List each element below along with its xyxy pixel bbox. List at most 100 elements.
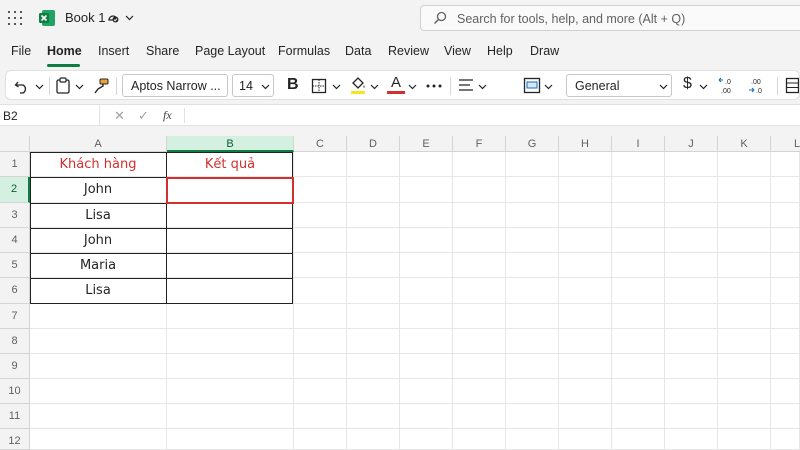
cell-j8[interactable] bbox=[665, 329, 718, 354]
menu-insert[interactable]: Insert bbox=[98, 44, 129, 58]
cell-e5[interactable] bbox=[400, 253, 453, 278]
menu-file[interactable]: File bbox=[11, 44, 31, 58]
cell-d11[interactable] bbox=[347, 404, 400, 429]
cell-i2[interactable] bbox=[612, 177, 665, 203]
cell-k5[interactable] bbox=[718, 253, 771, 278]
cell-a11[interactable] bbox=[30, 404, 167, 429]
menu-draw[interactable]: Draw bbox=[530, 44, 559, 58]
cell-f9[interactable] bbox=[453, 354, 506, 379]
font-name-select[interactable]: Aptos Narrow ... bbox=[122, 74, 228, 97]
cell-c4[interactable] bbox=[294, 228, 347, 253]
cell-a3[interactable]: Lisa bbox=[30, 203, 167, 228]
cell-j12[interactable] bbox=[665, 429, 718, 450]
cell-h10[interactable] bbox=[559, 379, 612, 404]
cell-d3[interactable] bbox=[347, 203, 400, 228]
cell-l4[interactable] bbox=[771, 228, 800, 253]
cell-h6[interactable] bbox=[559, 278, 612, 304]
cell-c7[interactable] bbox=[294, 304, 347, 329]
cell-e3[interactable] bbox=[400, 203, 453, 228]
cell-l10[interactable] bbox=[771, 379, 800, 404]
cell-j7[interactable] bbox=[665, 304, 718, 329]
search-box[interactable] bbox=[420, 5, 800, 31]
cell-h12[interactable] bbox=[559, 429, 612, 450]
cell-i9[interactable] bbox=[612, 354, 665, 379]
cell-b3[interactable] bbox=[167, 203, 294, 228]
cell-f3[interactable] bbox=[453, 203, 506, 228]
borders-chevron-icon[interactable] bbox=[332, 82, 341, 91]
column-header-c[interactable]: C bbox=[294, 136, 347, 152]
cell-h11[interactable] bbox=[559, 404, 612, 429]
menu-data[interactable]: Data bbox=[345, 44, 371, 58]
number-format-select[interactable]: General bbox=[566, 74, 672, 97]
cell-h5[interactable] bbox=[559, 253, 612, 278]
cell-k3[interactable] bbox=[718, 203, 771, 228]
cell-a4[interactable]: John bbox=[30, 228, 167, 253]
fill-color-chevron-icon[interactable] bbox=[370, 82, 379, 91]
cell-b10[interactable] bbox=[167, 379, 294, 404]
column-header-f[interactable]: F bbox=[453, 136, 506, 152]
cell-e1[interactable] bbox=[400, 152, 453, 177]
column-header-g[interactable]: G bbox=[506, 136, 559, 152]
clipboard-icon[interactable] bbox=[55, 77, 71, 94]
cell-a2[interactable]: John bbox=[30, 177, 167, 203]
cell-j10[interactable] bbox=[665, 379, 718, 404]
cell-i10[interactable] bbox=[612, 379, 665, 404]
column-header-e[interactable]: E bbox=[400, 136, 453, 152]
cell-h3[interactable] bbox=[559, 203, 612, 228]
cell-d9[interactable] bbox=[347, 354, 400, 379]
cell-h4[interactable] bbox=[559, 228, 612, 253]
cell-i3[interactable] bbox=[612, 203, 665, 228]
cell-g4[interactable] bbox=[506, 228, 559, 253]
cell-j6[interactable] bbox=[665, 278, 718, 304]
cell-k7[interactable] bbox=[718, 304, 771, 329]
cell-g2[interactable] bbox=[506, 177, 559, 203]
menu-page-layout[interactable]: Page Layout bbox=[195, 44, 265, 58]
cell-f8[interactable] bbox=[453, 329, 506, 354]
table-styles-icon[interactable] bbox=[785, 77, 799, 94]
cell-c6[interactable] bbox=[294, 278, 347, 304]
clipboard-chevron-icon[interactable] bbox=[75, 82, 84, 91]
more-icon[interactable] bbox=[426, 84, 442, 88]
cell-d7[interactable] bbox=[347, 304, 400, 329]
increase-decimal-icon[interactable]: .0 .00 bbox=[718, 76, 738, 96]
cell-a7[interactable] bbox=[30, 304, 167, 329]
cell-g10[interactable] bbox=[506, 379, 559, 404]
cell-k1[interactable] bbox=[718, 152, 771, 177]
cell-f12[interactable] bbox=[453, 429, 506, 450]
cell-e8[interactable] bbox=[400, 329, 453, 354]
align-icon[interactable] bbox=[458, 78, 474, 93]
workbook-title[interactable]: Book 1 bbox=[65, 10, 105, 25]
cell-i11[interactable] bbox=[612, 404, 665, 429]
merge-icon[interactable] bbox=[523, 77, 541, 94]
cell-g11[interactable] bbox=[506, 404, 559, 429]
column-header-h[interactable]: H bbox=[559, 136, 612, 152]
cell-k11[interactable] bbox=[718, 404, 771, 429]
cell-h1[interactable] bbox=[559, 152, 612, 177]
cell-j2[interactable] bbox=[665, 177, 718, 203]
cell-c2[interactable] bbox=[294, 177, 347, 203]
cell-k6[interactable] bbox=[718, 278, 771, 304]
row-header-8[interactable]: 8 bbox=[0, 329, 30, 354]
cell-g12[interactable] bbox=[506, 429, 559, 450]
decrease-decimal-icon[interactable]: .00 .0 bbox=[748, 76, 768, 96]
cell-c9[interactable] bbox=[294, 354, 347, 379]
cell-e9[interactable] bbox=[400, 354, 453, 379]
column-header-a[interactable]: A bbox=[30, 136, 167, 152]
cell-h2[interactable] bbox=[559, 177, 612, 203]
cell-b4[interactable] bbox=[167, 228, 294, 253]
cell-c1[interactable] bbox=[294, 152, 347, 177]
row-header-6[interactable]: 6 bbox=[0, 278, 30, 304]
cell-l6[interactable] bbox=[771, 278, 800, 304]
cell-b6[interactable] bbox=[167, 278, 294, 304]
search-input[interactable] bbox=[457, 10, 787, 28]
currency-icon[interactable]: $ bbox=[683, 75, 692, 93]
font-color-chevron-icon[interactable] bbox=[408, 82, 417, 91]
cell-f6[interactable] bbox=[453, 278, 506, 304]
row-header-2[interactable]: 2 bbox=[0, 177, 30, 203]
cell-h8[interactable] bbox=[559, 329, 612, 354]
column-header-i[interactable]: I bbox=[612, 136, 665, 152]
cell-l5[interactable] bbox=[771, 253, 800, 278]
cell-j11[interactable] bbox=[665, 404, 718, 429]
menu-review[interactable]: Review bbox=[388, 44, 429, 58]
align-chevron-icon[interactable] bbox=[478, 82, 487, 91]
